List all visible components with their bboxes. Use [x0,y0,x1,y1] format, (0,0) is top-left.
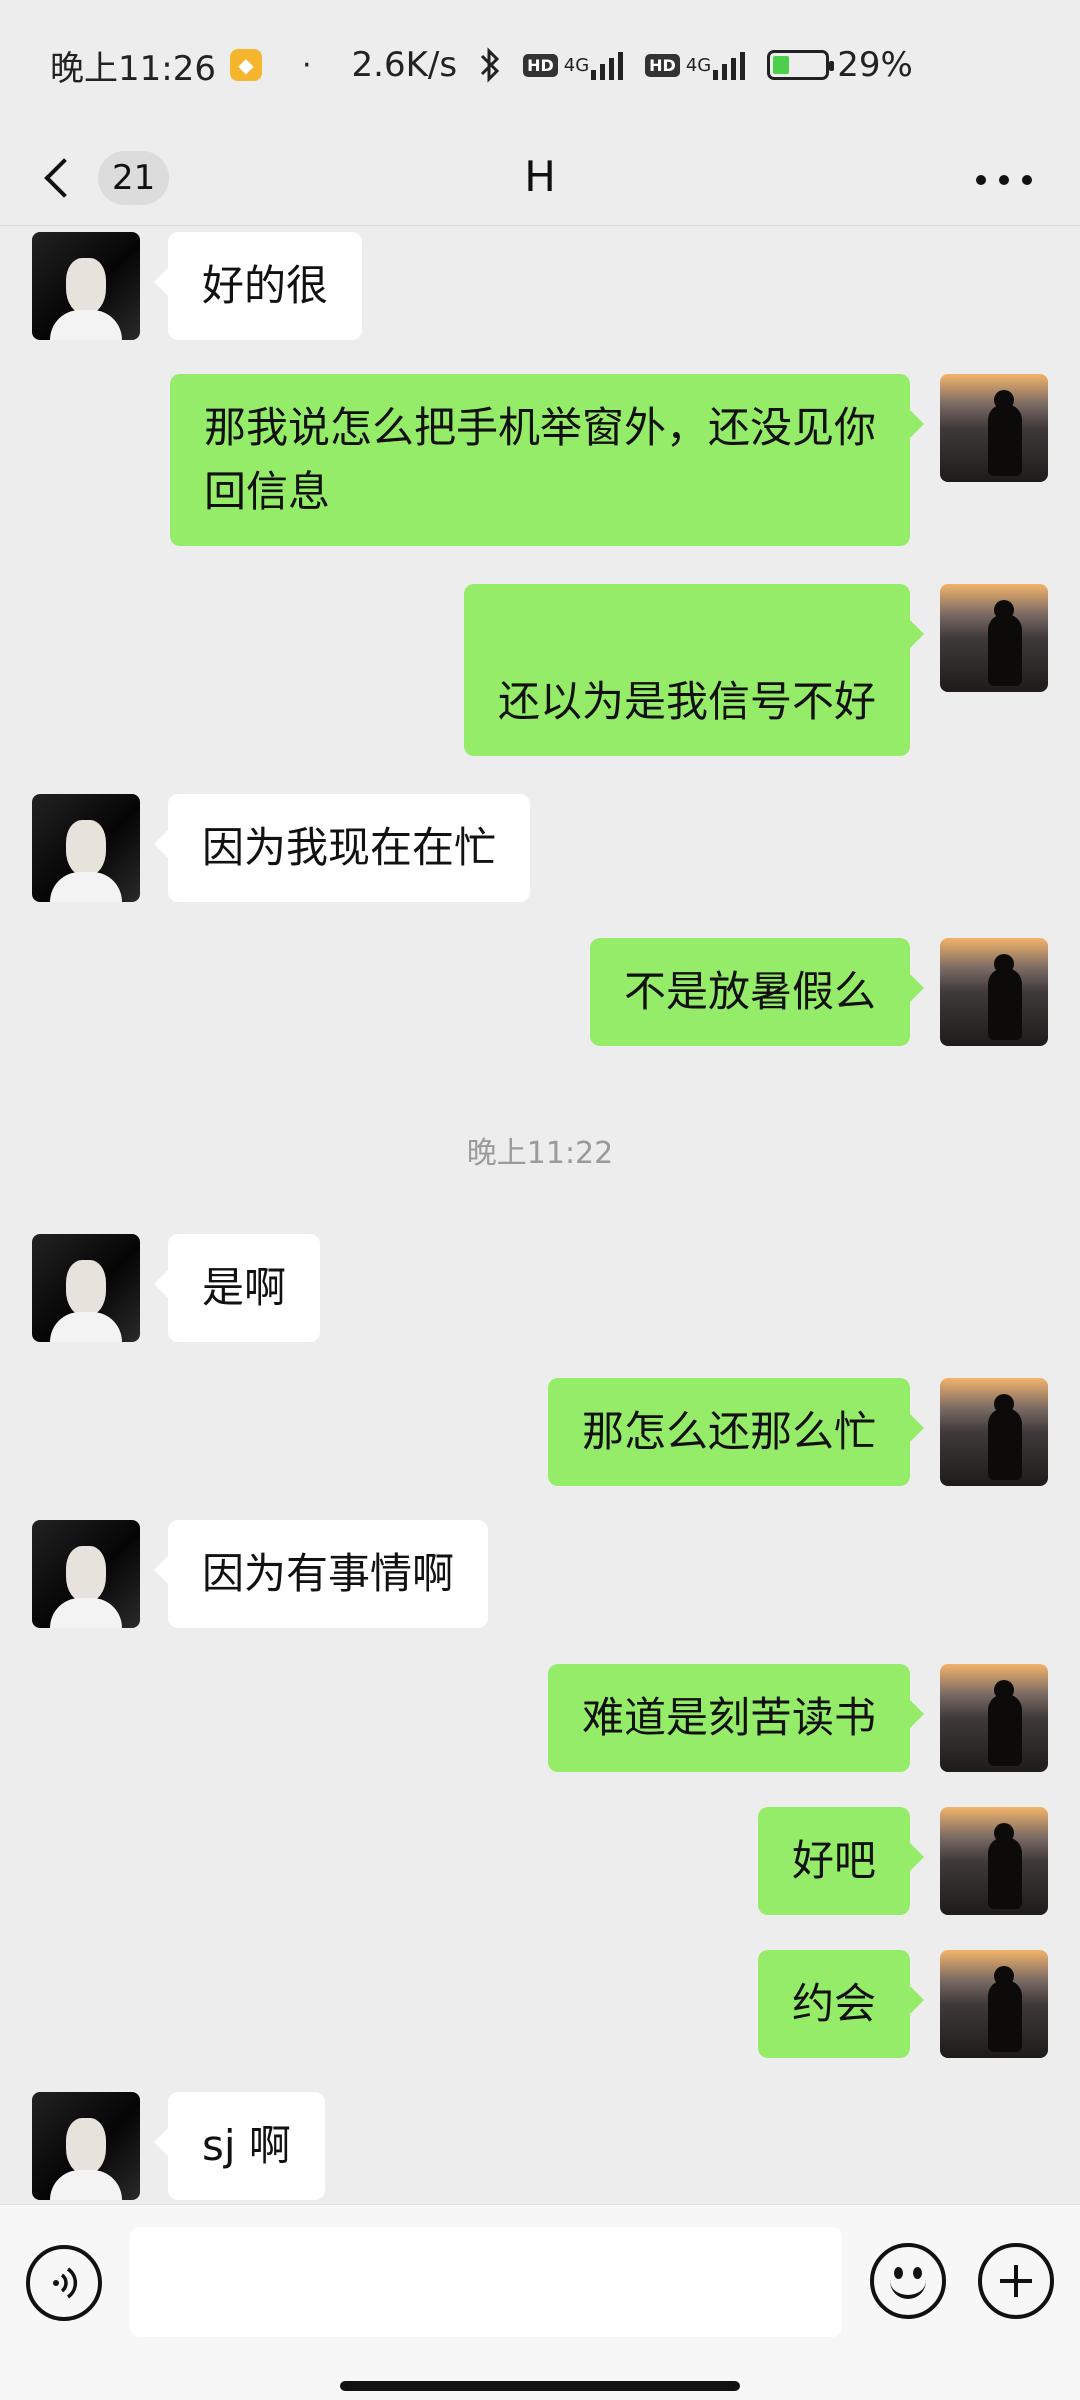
received-message-bubble[interactable]: 是啊 [153,1234,321,1342]
my-avatar[interactable] [940,584,1048,692]
contact-avatar[interactable] [32,232,140,340]
contact-avatar[interactable] [32,794,140,902]
my-avatar[interactable] [940,1378,1048,1486]
received-message-bubble[interactable]: 因为我现在在忙 [153,794,531,902]
sent-message-bubble[interactable]: 那怎么还那么忙 [547,1378,925,1486]
home-indicator[interactable] [340,2381,740,2391]
status-bar: 晚上11:26 ◆ · 2.6K/s HD 4G HD 4G 29% [0,0,1080,130]
my-avatar[interactable] [940,374,1048,482]
my-avatar[interactable] [940,1950,1048,2058]
voice-input-button[interactable] [26,2245,102,2321]
signal-icon-2: HD 4G [645,50,753,80]
sent-message-bubble[interactable]: 还以为是我信号不好 [463,584,925,756]
battery-charging-icon [767,50,835,80]
bluetooth-icon [479,47,501,83]
my-avatar[interactable] [940,1664,1048,1772]
app-notification-icon: ◆ [229,49,262,81]
contact-avatar[interactable] [32,1234,140,1342]
more-actions-plus-button[interactable] [978,2243,1054,2319]
status-time: 晚上11:26 [50,48,216,89]
status-dot: · [301,47,312,83]
network-speed: 2.6K/s [351,45,458,85]
more-dot-icon [999,175,1009,185]
my-avatar[interactable] [940,938,1048,1046]
contact-avatar[interactable] [32,2092,140,2200]
received-message-bubble[interactable]: sj 啊 [154,2092,325,2200]
chat-header: 21 H [0,130,1080,226]
my-avatar[interactable] [940,1807,1048,1915]
sent-message-bubble[interactable]: 好吧 [757,1807,925,1915]
emoji-button[interactable] [870,2243,946,2319]
sent-message-bubble[interactable]: 那我说怎么把手机举窗外，还没见你回信息 [170,374,924,546]
voice-icon [53,2267,78,2299]
more-dot-icon [1022,175,1032,185]
more-dot-icon [976,175,986,185]
input-bar [0,2204,1080,2400]
battery-percent: 29% [837,45,913,85]
contact-avatar[interactable] [32,1520,140,1628]
emoji-icon [894,2267,903,2279]
sent-message-bubble[interactable]: 不是放暑假么 [589,938,925,1046]
message-text: 还以为是我信号不好 [497,677,876,726]
more-options-button[interactable] [976,160,1032,200]
message-timestamp: 晚上11:22 [466,1136,614,1171]
sent-message-bubble[interactable]: 约会 [757,1950,925,2058]
chat-title: H [524,152,556,201]
signal-icon: HD 4G [523,50,631,80]
sent-message-bubble[interactable]: 难道是刻苦读书 [547,1664,925,1772]
received-message-bubble[interactable]: 好的很 [153,232,363,340]
message-input[interactable] [130,2227,842,2337]
received-message-bubble[interactable]: 因为有事情啊 [153,1520,489,1628]
